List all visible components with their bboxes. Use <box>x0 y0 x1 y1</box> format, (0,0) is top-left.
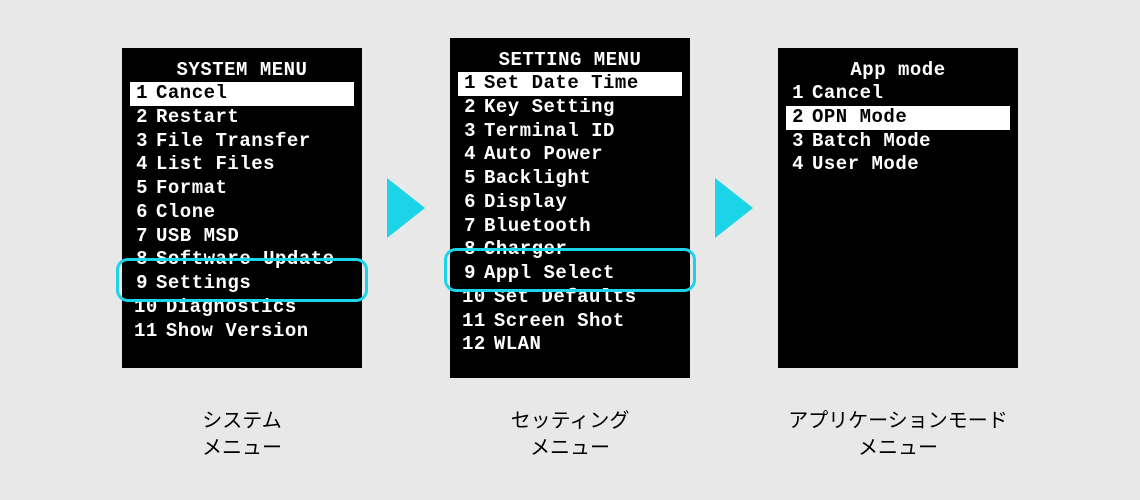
menu-item-num: 12 <box>462 333 486 357</box>
menu-item-wlan[interactable]: 12 WLAN <box>458 333 682 357</box>
menu-item-key-setting[interactable]: 2 Key Setting <box>458 96 682 120</box>
menu-item-label: List Files <box>156 153 275 177</box>
menu-item-cancel[interactable]: 1 Cancel <box>130 82 354 106</box>
arrow-spacer <box>715 408 753 462</box>
menu-item-num: 3 <box>134 130 148 154</box>
app-mode-menu-screen: App mode 1 Cancel 2 OPN Mode 3 Batch Mode 4… <box>778 48 1018 368</box>
menu-item-usb-msd[interactable]: 7 USB MSD <box>130 225 354 249</box>
system-menu-title: SYSTEM MENU <box>130 58 354 82</box>
menu-item-set-defaults[interactable]: 10 Set Defaults <box>458 286 682 310</box>
menu-item-cancel[interactable]: 1 Cancel <box>786 82 1010 106</box>
menu-item-num: 10 <box>134 296 158 320</box>
menu-item-num: 9 <box>462 262 476 286</box>
menu-item-num: 7 <box>134 225 148 249</box>
menu-item-num: 7 <box>462 215 476 239</box>
menu-item-num: 4 <box>790 153 804 177</box>
menu-item-num: 2 <box>462 96 476 120</box>
menu-item-user-mode[interactable]: 4 User Mode <box>786 153 1010 177</box>
app-mode-title: App mode <box>786 58 1010 82</box>
menu-item-format[interactable]: 5 Format <box>130 177 354 201</box>
menu-item-label: Restart <box>156 106 239 130</box>
menu-item-label: Charger <box>484 238 567 262</box>
menu-item-label: Set Defaults <box>494 286 637 310</box>
menu-item-label: Terminal ID <box>484 120 615 144</box>
menu-item-diagnostics[interactable]: 10 Diagnostics <box>130 296 354 320</box>
captions-row: システムメニュー セッティングメニュー アプリケーションモードメニュー <box>0 408 1140 462</box>
arrow-spacer <box>387 408 425 462</box>
screens-row: SYSTEM MENU 1 Cancel 2 Restart 3 File Trans… <box>0 38 1140 378</box>
menu-item-num: 2 <box>790 106 804 130</box>
menu-item-num: 4 <box>134 153 148 177</box>
menu-item-label: Screen Shot <box>494 310 625 334</box>
menu-item-num: 1 <box>134 82 148 106</box>
menu-item-label: Cancel <box>812 82 883 106</box>
menu-item-num: 10 <box>462 286 486 310</box>
menu-item-restart[interactable]: 2 Restart <box>130 106 354 130</box>
menu-item-label: Appl Select <box>484 262 615 286</box>
menu-item-num: 8 <box>134 248 148 272</box>
menu-item-software-update[interactable]: 8 Software Update <box>130 248 354 272</box>
menu-item-label: WLAN <box>494 333 542 357</box>
menu-item-label: Set Date Time <box>484 72 639 96</box>
menu-item-label: USB MSD <box>156 225 239 249</box>
menu-item-charger[interactable]: 8 Charger <box>458 238 682 262</box>
menu-item-screen-shot[interactable]: 11 Screen Shot <box>458 310 682 334</box>
caption-app-mode-menu: アプリケーションモードメニュー <box>778 408 1018 462</box>
menu-item-clone[interactable]: 6 Clone <box>130 201 354 225</box>
caption-system-menu: システムメニュー <box>122 408 362 462</box>
menu-item-num: 11 <box>462 310 486 334</box>
menu-item-bluetooth[interactable]: 7 Bluetooth <box>458 215 682 239</box>
menu-item-num: 1 <box>790 82 804 106</box>
menu-item-label: Show Version <box>166 320 309 344</box>
caption-setting-menu: セッティングメニュー <box>450 408 690 462</box>
menu-item-num: 4 <box>462 143 476 167</box>
menu-item-num: 3 <box>462 120 476 144</box>
menu-item-label: User Mode <box>812 153 919 177</box>
menu-item-label: Bluetooth <box>484 215 591 239</box>
menu-item-num: 3 <box>790 130 804 154</box>
menu-item-label: Settings <box>156 272 251 296</box>
arrow-right-icon <box>715 178 753 238</box>
menu-item-label: Key Setting <box>484 96 615 120</box>
menu-item-label: File Transfer <box>156 130 311 154</box>
system-menu-screen: SYSTEM MENU 1 Cancel 2 Restart 3 File Trans… <box>122 48 362 368</box>
menu-item-label: Format <box>156 177 227 201</box>
setting-menu-screen: SETTING MENU 1 Set Date Time 2 Key Setting… <box>450 38 690 378</box>
menu-item-show-version[interactable]: 11 Show Version <box>130 320 354 344</box>
menu-item-num: 1 <box>462 72 476 96</box>
menu-item-num: 2 <box>134 106 148 130</box>
menu-item-file-transfer[interactable]: 3 File Transfer <box>130 130 354 154</box>
menu-item-num: 5 <box>134 177 148 201</box>
menu-item-label: Diagnostics <box>166 296 297 320</box>
menu-item-num: 6 <box>462 191 476 215</box>
menu-item-terminal-id[interactable]: 3 Terminal ID <box>458 120 682 144</box>
setting-menu-title: SETTING MENU <box>458 48 682 72</box>
menu-item-label: Auto Power <box>484 143 603 167</box>
menu-item-label: Software Update <box>156 248 335 272</box>
menu-item-display[interactable]: 6 Display <box>458 191 682 215</box>
menu-item-num: 6 <box>134 201 148 225</box>
menu-item-num: 9 <box>134 272 148 296</box>
menu-item-label: Clone <box>156 201 216 225</box>
menu-item-appl-select[interactable]: 9 Appl Select <box>458 262 682 286</box>
menu-item-label: Display <box>484 191 567 215</box>
menu-item-list-files[interactable]: 4 List Files <box>130 153 354 177</box>
menu-item-opn-mode[interactable]: 2 OPN Mode <box>786 106 1010 130</box>
menu-item-label: OPN Mode <box>812 106 907 130</box>
menu-item-num: 11 <box>134 320 158 344</box>
menu-item-num: 8 <box>462 238 476 262</box>
menu-item-settings[interactable]: 9 Settings <box>130 272 354 296</box>
menu-item-batch-mode[interactable]: 3 Batch Mode <box>786 130 1010 154</box>
arrow-right-icon <box>387 178 425 238</box>
menu-item-label: Cancel <box>156 82 227 106</box>
menu-item-auto-power[interactable]: 4 Auto Power <box>458 143 682 167</box>
menu-item-set-date-time[interactable]: 1 Set Date Time <box>458 72 682 96</box>
menu-item-num: 5 <box>462 167 476 191</box>
menu-item-backlight[interactable]: 5 Backlight <box>458 167 682 191</box>
menu-item-label: Backlight <box>484 167 591 191</box>
menu-item-label: Batch Mode <box>812 130 931 154</box>
